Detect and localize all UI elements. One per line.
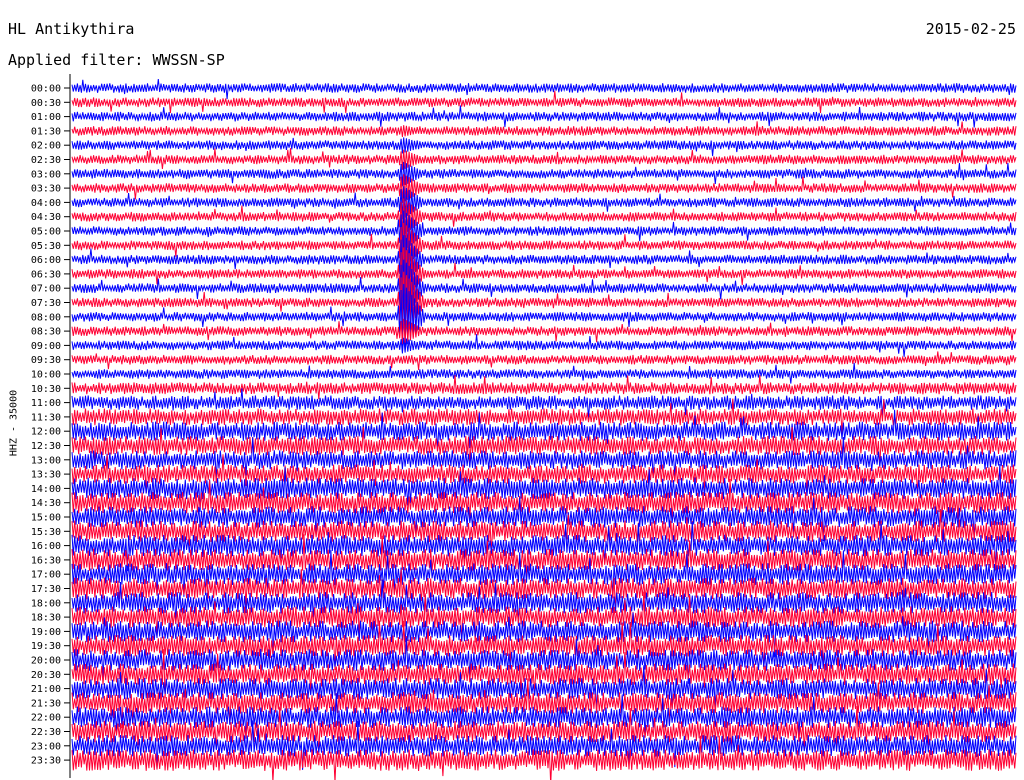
row-time-label: 07:00 bbox=[31, 284, 61, 295]
row-time-label: 19:00 bbox=[31, 627, 61, 638]
row-time-label: 06:30 bbox=[31, 269, 61, 280]
row-time-label: 14:30 bbox=[31, 498, 61, 509]
row-time-label: 07:30 bbox=[31, 298, 61, 309]
trace-row-0830 bbox=[71, 318, 1017, 345]
row-time-label: 04:00 bbox=[31, 198, 61, 209]
trace-row-0130 bbox=[71, 121, 1017, 137]
row-time-label: 13:00 bbox=[31, 455, 61, 466]
row-time-label: 11:30 bbox=[31, 412, 61, 423]
trace-row-0100 bbox=[71, 105, 1017, 128]
row-time-label: 05:30 bbox=[31, 241, 61, 252]
trace-row-0300 bbox=[71, 161, 1017, 187]
row-time-label: 16:30 bbox=[31, 555, 61, 566]
trace-row-1000 bbox=[71, 362, 1017, 384]
row-time-label: 23:00 bbox=[31, 741, 61, 752]
row-time-label: 18:30 bbox=[31, 613, 61, 624]
row-time-label: 06:00 bbox=[31, 255, 61, 266]
row-time-label: 00:00 bbox=[31, 84, 61, 95]
row-time-label: 22:30 bbox=[31, 727, 61, 738]
row-time-label: 15:00 bbox=[31, 513, 61, 524]
row-time-label: 20:00 bbox=[31, 656, 61, 667]
row-time-label: 02:00 bbox=[31, 141, 61, 152]
row-time-label: 22:00 bbox=[31, 713, 61, 724]
trace-row-0900 bbox=[71, 334, 1017, 357]
row-time-label: 17:30 bbox=[31, 584, 61, 595]
trace-row-0630 bbox=[71, 247, 1017, 302]
row-time-label: 21:30 bbox=[31, 698, 61, 709]
trace-row-0330 bbox=[71, 174, 1017, 203]
trace-row-0930 bbox=[71, 351, 1017, 370]
trace-row-0800 bbox=[71, 283, 1017, 352]
row-time-label: 19:30 bbox=[31, 641, 61, 652]
trace-row-0000 bbox=[71, 78, 1017, 100]
row-time-label: 20:30 bbox=[31, 670, 61, 681]
trace-row-0700 bbox=[71, 259, 1017, 319]
row-time-label: 08:00 bbox=[31, 312, 61, 323]
row-time-label: 03:00 bbox=[31, 169, 61, 180]
row-time-label: 18:00 bbox=[31, 598, 61, 609]
row-time-label: 04:30 bbox=[31, 212, 61, 223]
seismogram-plot: 00:00 00:30 01:00 01:30 02:00 02:30 03:00 03:30… bbox=[31, 74, 1017, 780]
row-time-label: 05:00 bbox=[31, 227, 61, 238]
row-time-label: 11:00 bbox=[31, 398, 61, 409]
row-time-label: 17:00 bbox=[31, 570, 61, 581]
row-time-label: 12:00 bbox=[31, 427, 61, 438]
row-time-label: 10:30 bbox=[31, 384, 61, 395]
trace-row-0030 bbox=[71, 90, 1017, 114]
row-time-label: 03:30 bbox=[31, 184, 61, 195]
row-time-label: 14:00 bbox=[31, 484, 61, 495]
row-time-label: 12:30 bbox=[31, 441, 61, 452]
trace-row-0200 bbox=[71, 137, 1017, 157]
row-time-label: 01:00 bbox=[31, 112, 61, 123]
row-time-label: 01:30 bbox=[31, 126, 61, 137]
trace-row-0730 bbox=[71, 271, 1017, 335]
trace-row-1200 bbox=[71, 409, 1017, 451]
row-time-label: 09:30 bbox=[31, 355, 61, 366]
row-time-label: 00:30 bbox=[31, 98, 61, 109]
row-time-label: 13:30 bbox=[31, 470, 61, 481]
row-time-label: 10:00 bbox=[31, 370, 61, 381]
row-time-label: 16:00 bbox=[31, 541, 61, 552]
row-time-label: 21:00 bbox=[31, 684, 61, 695]
row-time-label: 23:30 bbox=[31, 756, 61, 767]
trace-row-0230 bbox=[71, 148, 1017, 170]
row-time-label: 08:30 bbox=[31, 327, 61, 338]
trace-row-1100 bbox=[71, 388, 1017, 420]
row-time-label: 09:00 bbox=[31, 341, 61, 352]
row-time-label: 15:30 bbox=[31, 527, 61, 538]
trace-row-1030 bbox=[71, 375, 1017, 400]
row-time-label: 02:30 bbox=[31, 155, 61, 166]
